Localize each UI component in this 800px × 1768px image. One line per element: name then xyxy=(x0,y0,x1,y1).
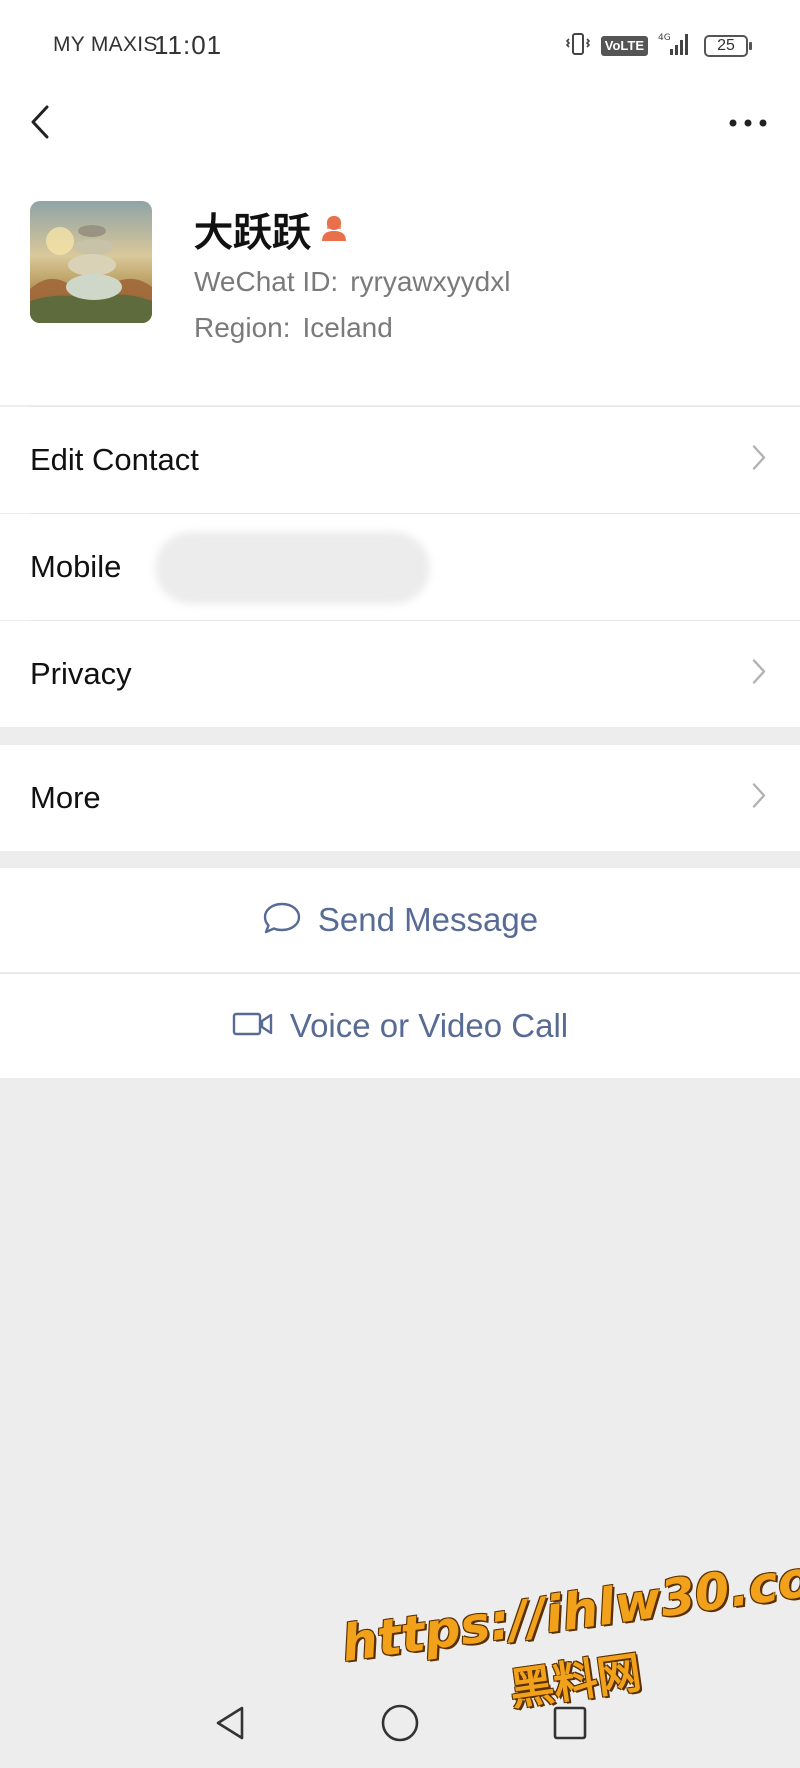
more-row[interactable]: More xyxy=(0,745,800,851)
battery-indicator: 25 xyxy=(704,35,752,57)
mobile-number-redacted xyxy=(155,532,430,604)
system-back-button[interactable] xyxy=(205,1700,255,1750)
voice-video-call-label: Voice or Video Call xyxy=(289,1007,569,1044)
chevron-left-icon xyxy=(29,104,51,145)
square-recents-icon xyxy=(551,1704,589,1747)
more-label: More xyxy=(30,780,101,815)
signal-icon: 4G xyxy=(658,31,694,62)
voice-video-call-button[interactable]: Voice or Video Call xyxy=(0,974,800,1078)
send-message-label: Send Message xyxy=(317,901,539,938)
triangle-back-icon xyxy=(210,1703,250,1748)
ellipsis-icon xyxy=(729,114,767,132)
mobile-row[interactable]: Mobile xyxy=(0,514,800,620)
chevron-right-icon xyxy=(752,445,766,476)
wechat-id-label: WeChat ID: xyxy=(194,266,339,297)
contact-name: 大跃跃 xyxy=(194,211,312,256)
wechat-id: WeChat ID: ryryawxyydxl xyxy=(194,266,510,298)
mobile-label: Mobile xyxy=(30,549,122,584)
edit-contact-label: Edit Contact xyxy=(30,442,199,477)
chevron-right-icon xyxy=(752,659,766,690)
chevron-right-icon xyxy=(752,783,766,814)
carrier-label: MY MAXIS xyxy=(53,33,158,56)
system-recents-button[interactable] xyxy=(545,1700,595,1750)
privacy-label: Privacy xyxy=(30,656,132,691)
more-options-button[interactable] xyxy=(724,108,772,138)
system-nav-bar xyxy=(0,1690,800,1760)
region-label: Region: xyxy=(194,312,291,343)
female-gender-icon xyxy=(319,213,349,248)
svg-text:4G: 4G xyxy=(658,33,671,43)
divider xyxy=(30,513,800,514)
contact-name-row: 大跃跃 xyxy=(194,202,349,258)
volte-badge: VoLTE xyxy=(600,36,648,56)
chat-bubble-icon xyxy=(262,901,302,940)
back-button[interactable] xyxy=(22,102,58,146)
circle-home-icon xyxy=(379,1702,421,1749)
region-value: Iceland xyxy=(302,312,393,343)
send-message-button[interactable]: Send Message xyxy=(0,868,800,972)
video-camera-icon xyxy=(232,1010,274,1043)
status-bar: MY MAXIS 11:01 VoLTE 4G 25 xyxy=(0,0,800,90)
divider xyxy=(30,620,800,621)
status-icons: VoLTE 4G 25 xyxy=(565,31,752,62)
vibrate-icon xyxy=(565,32,591,61)
privacy-row[interactable]: Privacy xyxy=(0,621,800,727)
clock: 11:01 xyxy=(154,30,223,60)
divider xyxy=(0,973,800,974)
region: Region: Iceland xyxy=(194,312,393,344)
edit-contact-row[interactable]: Edit Contact xyxy=(0,407,800,513)
avatar[interactable] xyxy=(30,201,152,323)
system-home-button[interactable] xyxy=(375,1700,425,1750)
wechat-id-value: ryryawxyydxl xyxy=(350,266,511,297)
